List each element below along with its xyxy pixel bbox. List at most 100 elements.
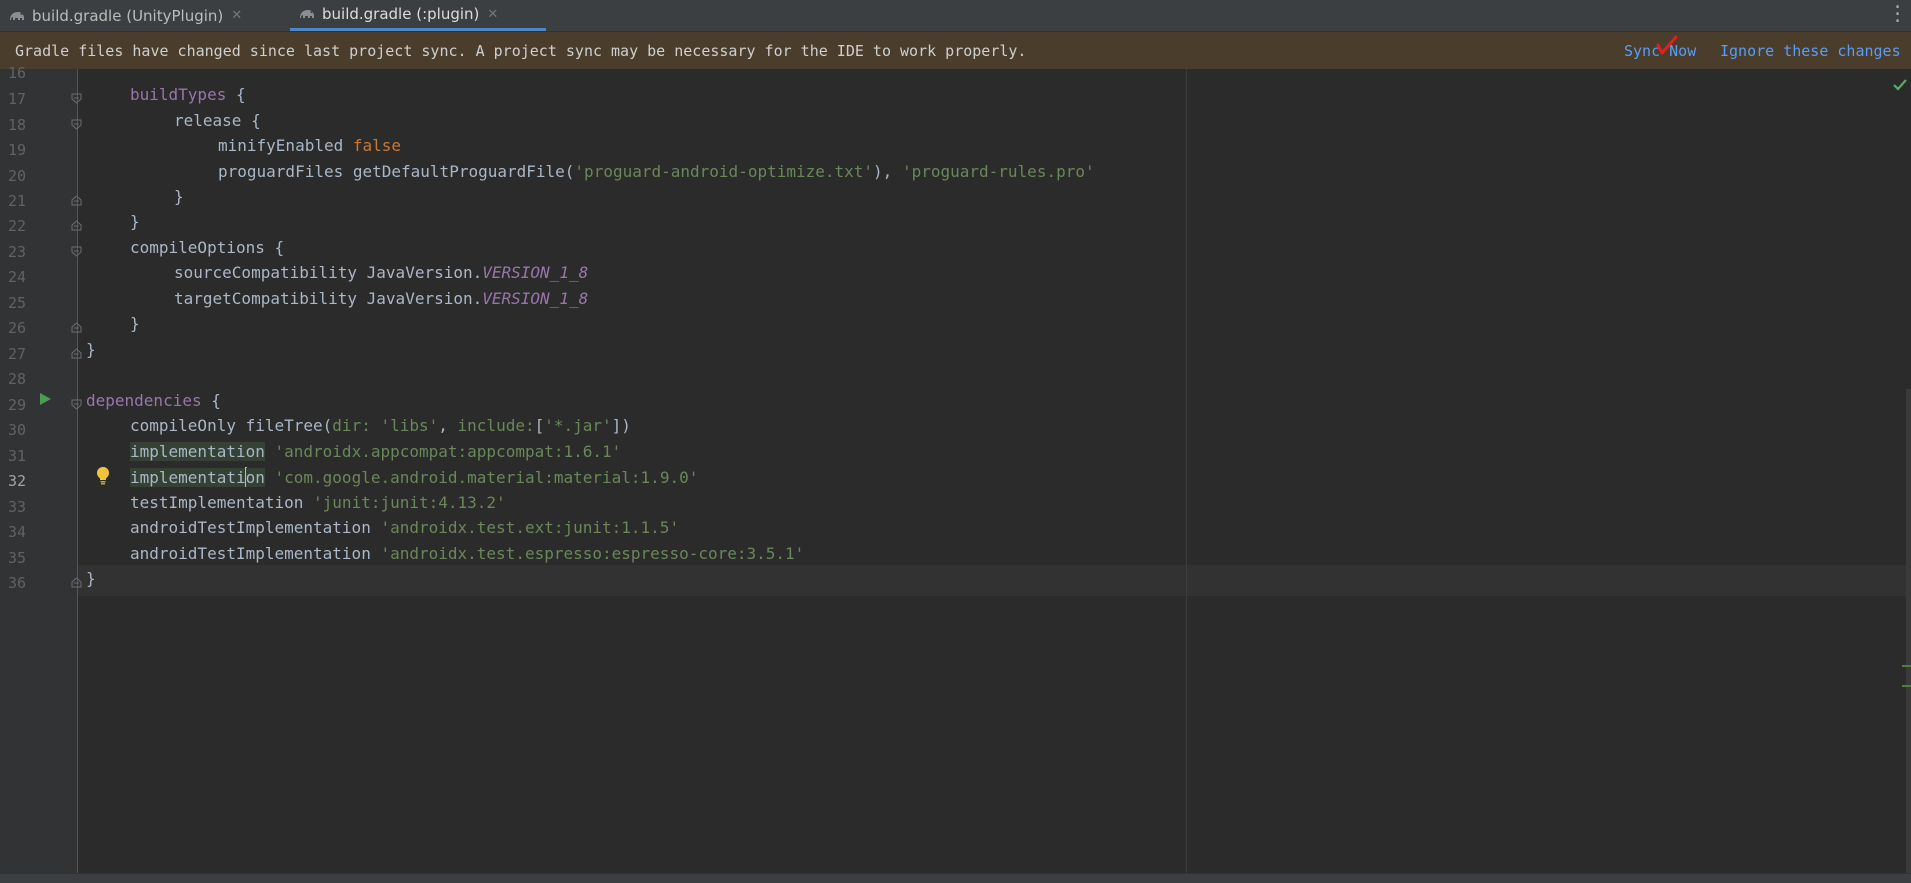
code-line-23: compileOptions {	[130, 238, 285, 257]
code-token: 'androidx.test.ext:junit:1.1.5'	[380, 518, 680, 537]
change-marker	[1902, 685, 1911, 687]
code-token: ,	[438, 416, 458, 435]
code-token: minifyEnabled	[218, 136, 353, 155]
code-token: dependencies	[86, 391, 202, 410]
fold-marker-icon[interactable]	[71, 246, 82, 257]
gradle-elephant-icon	[300, 10, 314, 18]
line-number: 20	[7, 167, 26, 185]
fold-end-icon[interactable]	[71, 220, 82, 231]
code-token: include:	[457, 416, 535, 435]
code-token: compileOnly fileTree(	[130, 416, 333, 435]
code-token: 'androidx.appcompat:appcompat:1.6.1'	[274, 442, 622, 461]
code-token: {	[226, 85, 246, 104]
code-token: 'proguard-rules.pro'	[901, 162, 1095, 181]
line-number: 28	[7, 370, 26, 388]
gradle-sync-notification: Gradle files have changed since last pro…	[0, 32, 1911, 69]
fold-end-icon[interactable]	[71, 195, 82, 206]
line-number: 35	[7, 549, 26, 567]
close-icon[interactable]: ✕	[231, 8, 242, 23]
code-line-20: proguardFiles getDefaultProguardFile('pr…	[218, 162, 1095, 181]
tab-build-gradle-unityplugin[interactable]: build.gradle (UnityPlugin) ✕	[0, 0, 290, 31]
current-line-highlight	[78, 565, 1911, 596]
code-token: VERSION_1_8	[482, 263, 589, 282]
tab-build-gradle-plugin[interactable]: build.gradle (:plugin) ✕	[290, 0, 546, 31]
code-token: testImplementation	[130, 493, 314, 512]
code-editor[interactable]: 16 17 18 19 20 21 22 23 24 25 26 27 28 2…	[0, 64, 1911, 873]
line-number: 26	[7, 319, 26, 337]
code-token: 'junit:junit:4.13.2'	[313, 493, 506, 512]
code-token: 'androidx.test.espresso:espresso-core:3.…	[380, 544, 805, 563]
line-number: 21	[7, 192, 26, 210]
gutter-divider	[77, 69, 78, 873]
code-token: proguardFiles getDefaultProguardFile(	[218, 162, 575, 181]
run-icon[interactable]	[38, 392, 52, 406]
fold-marker-icon[interactable]	[71, 93, 82, 104]
close-icon[interactable]: ✕	[487, 7, 498, 22]
line-number: 27	[7, 345, 26, 363]
line-number: 34	[7, 523, 26, 541]
code-token: false	[352, 136, 402, 155]
notification-message: Gradle files have changed since last pro…	[15, 42, 1027, 60]
line-number: 24	[7, 268, 26, 286]
code-token: 'proguard-android-optimize.txt'	[574, 162, 874, 181]
code-token: '*.jar'	[544, 416, 612, 435]
line-number: 16	[7, 64, 26, 82]
tab-label: build.gradle (:plugin)	[322, 5, 480, 23]
code-line-27: }	[86, 340, 96, 359]
fold-end-icon[interactable]	[71, 322, 82, 333]
more-options-icon[interactable]: · · ·	[1892, 0, 1903, 31]
code-token: targetCompatibility JavaVersion.	[174, 289, 483, 308]
fold-marker-icon[interactable]	[71, 119, 82, 130]
code-token: ),	[873, 162, 902, 181]
line-number: 33	[7, 498, 26, 516]
gradle-elephant-icon	[10, 11, 24, 20]
code-line-35: androidTestImplementation 'androidx.test…	[130, 544, 804, 563]
line-number: 31	[7, 447, 26, 465]
change-marker	[1902, 665, 1911, 667]
scrollbar[interactable]	[1906, 389, 1911, 873]
code-token: 'libs'	[380, 416, 439, 435]
line-number: 22	[7, 217, 26, 235]
code-token: VERSION_1_8	[482, 289, 589, 308]
code-line-36: }	[86, 569, 96, 588]
no-problems-check-icon[interactable]	[1893, 79, 1907, 91]
code-token: {	[201, 391, 221, 410]
red-annotation-check-icon	[1656, 35, 1678, 55]
code-line-29: dependencies {	[86, 391, 221, 410]
line-number: 25	[7, 294, 26, 312]
code-token: on	[245, 468, 265, 487]
editor-tab-bar: build.gradle (UnityPlugin) ✕ build.gradl…	[0, 0, 1911, 32]
code-line-19: minifyEnabled false	[218, 136, 401, 155]
code-line-17: buildTypes {	[130, 85, 246, 104]
code-line-25: targetCompatibility JavaVersion.VERSION_…	[174, 289, 588, 308]
code-line-26: }	[130, 314, 140, 333]
code-line-18: release {	[174, 111, 261, 130]
line-number: 18	[7, 116, 26, 134]
code-line-24: sourceCompatibility JavaVersion.VERSION_…	[174, 263, 588, 282]
ignore-changes-link[interactable]: Ignore these changes	[1720, 42, 1901, 60]
lightbulb-icon[interactable]	[95, 466, 111, 486]
line-number: 19	[7, 141, 26, 159]
fold-end-icon[interactable]	[71, 577, 82, 588]
line-number: 36	[7, 574, 26, 592]
line-number: 17	[7, 90, 26, 108]
code-line-22: }	[130, 212, 140, 231]
fold-end-icon[interactable]	[71, 348, 82, 359]
code-token: dir:	[332, 416, 381, 435]
right-margin-guide	[1186, 69, 1187, 873]
fold-marker-icon[interactable]	[71, 399, 82, 410]
code-line-34: androidTestImplementation 'androidx.test…	[130, 518, 679, 537]
line-number: 30	[7, 421, 26, 439]
line-number: 23	[7, 243, 26, 261]
code-token: androidTestImplementation	[130, 544, 381, 563]
code-token: implementati	[130, 468, 246, 487]
code-line-33: testImplementation 'junit:junit:4.13.2'	[130, 493, 506, 512]
code-line-31: implementation 'androidx.appcompat:appco…	[130, 442, 621, 461]
code-line-30: compileOnly fileTree(dir: 'libs', includ…	[130, 416, 631, 435]
code-line-21: }	[174, 187, 184, 206]
code-token: buildTypes	[130, 85, 227, 104]
code-token: sourceCompatibility JavaVersion.	[174, 263, 483, 282]
code-line-32: implementation 'com.google.android.mater…	[130, 467, 698, 487]
code-token: [	[534, 416, 545, 435]
